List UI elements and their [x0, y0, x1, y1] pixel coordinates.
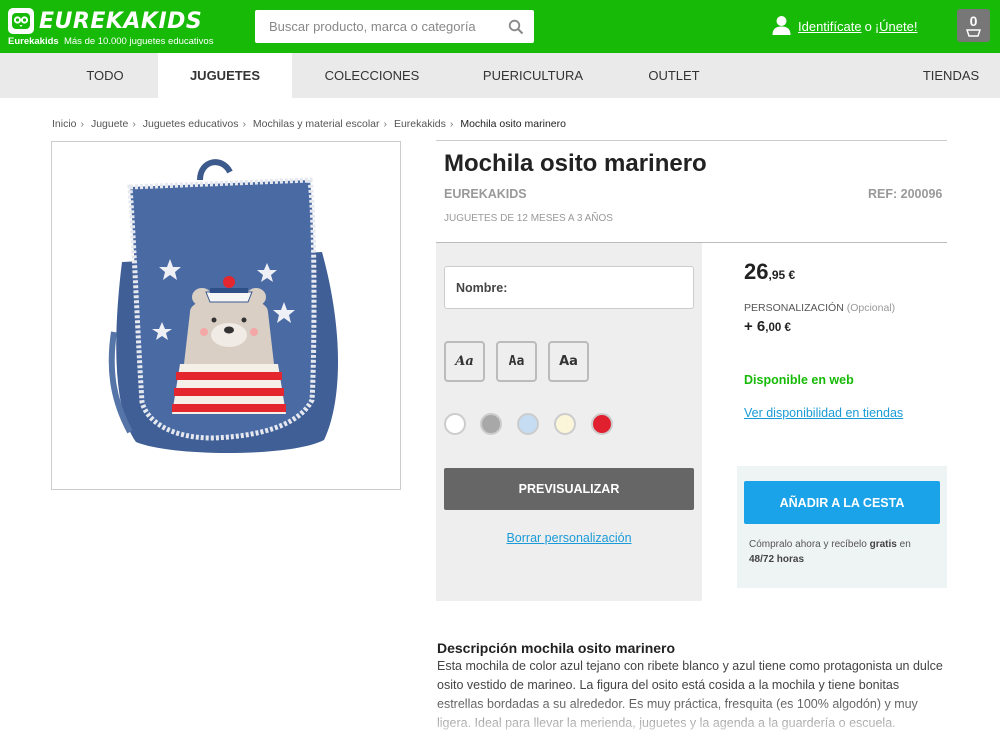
top-header: EUREKAKIDS Eurekakids Más de 10.000 jugu…	[0, 0, 1000, 53]
preview-button[interactable]: PREVISUALIZAR	[444, 468, 694, 510]
nav-item-juguetes[interactable]: JUGUETES	[158, 53, 292, 98]
color-swatch-cream[interactable]	[554, 413, 576, 435]
color-swatch-grey[interactable]	[480, 413, 502, 435]
breadcrumb-link[interactable]: Juguetes educativos	[143, 118, 239, 130]
name-input[interactable]	[515, 277, 685, 299]
font-sample: Aa	[559, 354, 578, 369]
backpack-illustration	[108, 159, 338, 454]
breadcrumb-link[interactable]: Eurekakids	[394, 118, 446, 130]
font-sample: Aa	[455, 354, 474, 369]
breadcrumb-link[interactable]: Juguete	[91, 118, 128, 130]
tagline-brand: Eurekakids	[8, 36, 59, 47]
color-swatch-light-blue[interactable]	[517, 413, 539, 435]
name-field[interactable]: Nombre:	[444, 266, 694, 309]
shipping-free: gratis	[869, 539, 897, 550]
color-swatch-red[interactable]	[591, 413, 613, 435]
breadcrumb-link[interactable]: Mochilas y material escolar	[253, 118, 380, 130]
shipping-pre: Cómpralo ahora y recíbelo	[749, 539, 867, 550]
font-sample: Aa	[508, 354, 525, 369]
add-to-cart-button[interactable]: AÑADIR A LA CESTA	[744, 481, 940, 524]
user-area: Identifícate o ¡Únete!	[772, 15, 917, 38]
breadcrumb: Inicio › Juguete › Juguetes educativos › Mo…	[52, 118, 566, 130]
personalization-label: PERSONALIZACIÓN (Opcional)	[744, 302, 895, 314]
product-ref: REF: 200096	[868, 187, 943, 201]
search-icon[interactable]	[508, 19, 524, 35]
nav-item-colecciones[interactable]: COLECCIONES	[310, 53, 434, 98]
user-icon[interactable]	[772, 15, 791, 38]
personalization-price-decimal: ,00 €	[765, 322, 791, 334]
description-text: Esta mochila de color azul tejano con ri…	[437, 659, 943, 730]
logo-text: EUREKAKIDS	[39, 8, 203, 34]
font-option-sans[interactable]: Aa	[548, 341, 589, 382]
personalization-optional: (Opcional)	[846, 302, 896, 314]
cart-button[interactable]: 0	[957, 9, 990, 42]
main-nav: TODO JUGUETES COLECCIONES PUERICULTURA O…	[0, 53, 1000, 98]
description-title: Descripción mochila osito marinero	[437, 640, 676, 656]
store-availability-link[interactable]: Ver disponibilidad en tiendas	[744, 406, 903, 420]
divider	[436, 140, 947, 141]
breadcrumb-link[interactable]: Inicio	[52, 118, 77, 130]
tagline: Eurekakids Más de 10.000 juguetes educat…	[8, 36, 213, 47]
product-brand[interactable]: EUREKAKIDS	[444, 187, 527, 201]
breadcrumb-current: Mochila osito marinero	[460, 118, 566, 130]
font-option-mono[interactable]: Aa	[496, 341, 537, 382]
product-price: 26,95 €	[744, 259, 795, 285]
product-image[interactable]	[51, 141, 401, 490]
nav-item-tiendas[interactable]: TIENDAS	[908, 53, 994, 98]
personalization-price: + 6,00 €	[744, 318, 791, 336]
font-option-script[interactable]: Aa	[444, 341, 485, 382]
product-age-range[interactable]: JUGUETES DE 12 MESES A 3 AÑOS	[444, 213, 613, 224]
nav-item-puericultura[interactable]: PUERICULTURA	[472, 53, 594, 98]
personalization-title: PERSONALIZACIÓN	[744, 302, 844, 314]
nav-item-outlet[interactable]: OUTLET	[630, 53, 718, 98]
login-link[interactable]: Identifícate	[798, 19, 862, 34]
shipping-info: Cómpralo ahora y recíbelo gratis en 48/7…	[749, 538, 939, 567]
nav-item-todo[interactable]: TODO	[53, 53, 157, 98]
signup-link[interactable]: ¡Únete!	[875, 19, 918, 34]
shipping-mid: en	[899, 539, 911, 550]
or-text: o	[864, 19, 872, 34]
product-title: Mochila osito marinero	[444, 150, 707, 177]
reset-customization-link[interactable]: Borrar personalización	[444, 531, 694, 545]
tagline-text: Más de 10.000 juguetes educativos	[63, 36, 214, 47]
search-input[interactable]	[255, 10, 495, 43]
shipping-time: 48/72 horas	[749, 553, 805, 565]
basket-icon	[966, 29, 981, 37]
price-decimal: ,95 €	[768, 268, 796, 282]
personalization-price-integer: + 6	[744, 318, 766, 335]
owl-icon	[8, 8, 34, 34]
availability-status: Disponible en web	[744, 373, 854, 387]
price-integer: 26	[744, 259, 769, 284]
search-box	[255, 10, 534, 43]
cart-count: 0	[969, 13, 978, 29]
color-swatch-white[interactable]	[444, 413, 466, 435]
logo[interactable]: EUREKAKIDS	[8, 8, 202, 34]
name-label: Nombre:	[456, 281, 508, 295]
